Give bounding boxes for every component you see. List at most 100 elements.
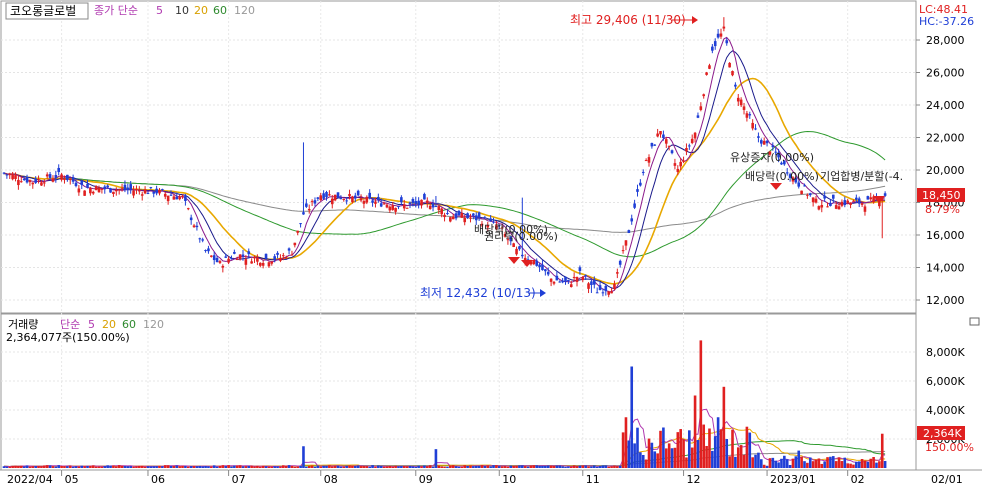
volume-bar	[774, 460, 778, 468]
price-axis: 28,00026,00024,00022,00020,00018,00016,0…	[916, 34, 965, 307]
candle-body	[397, 206, 400, 208]
candle-body	[221, 265, 225, 268]
candle-body	[382, 203, 386, 205]
candle-body	[460, 212, 464, 218]
candle-body	[400, 197, 403, 203]
candle-body	[351, 196, 354, 202]
candle-body	[244, 259, 248, 265]
candle-body	[431, 203, 435, 208]
candle-body	[616, 272, 619, 274]
candle-body	[152, 191, 156, 194]
volume-bar	[163, 465, 167, 468]
volume-bar	[126, 466, 130, 468]
candle-body	[598, 285, 602, 291]
candle-body	[112, 191, 115, 195]
volume-bar	[411, 466, 415, 468]
volume-bar	[503, 466, 507, 468]
candle-body	[353, 195, 357, 199]
volume-bar	[664, 448, 668, 468]
volume-bar	[54, 466, 58, 468]
volume-bar	[610, 466, 613, 468]
volume-bar	[690, 447, 694, 468]
candle-body	[457, 210, 461, 216]
candle-body	[624, 240, 628, 246]
candle-body	[736, 97, 740, 102]
volume-bar	[797, 450, 801, 468]
volume-bar	[572, 465, 576, 468]
candle-body	[541, 264, 544, 271]
volume-bar	[336, 465, 340, 468]
candle-body	[192, 225, 196, 228]
volume-bar	[417, 465, 420, 468]
volume-bar	[290, 465, 294, 468]
volume-bar	[172, 465, 176, 468]
candle-body	[333, 194, 337, 201]
candle-body	[227, 258, 230, 263]
volume-bar	[483, 465, 487, 468]
candle-body	[11, 174, 14, 180]
candle-body	[653, 144, 657, 146]
volume-bar	[460, 466, 464, 468]
volume-bar	[544, 465, 547, 468]
volume-bar	[765, 465, 769, 468]
candle-body	[685, 147, 688, 152]
candle-body	[138, 190, 141, 192]
volume-bar	[446, 466, 449, 468]
volume-bar	[434, 449, 438, 468]
volume-panel-button[interactable]	[969, 317, 980, 326]
volume-bar	[224, 466, 228, 468]
candle-body	[650, 142, 654, 147]
candle-body	[630, 218, 634, 222]
candle-body	[123, 184, 127, 191]
candle-body	[425, 200, 429, 204]
candle-body	[28, 180, 32, 183]
volume-bar	[682, 439, 685, 468]
volume-bar	[506, 466, 510, 468]
volume-bar	[276, 466, 279, 468]
volume-bar	[408, 466, 412, 468]
candle-body	[319, 195, 323, 201]
candle-body	[198, 238, 202, 240]
volume-bar	[857, 461, 861, 468]
volume-bar	[564, 466, 567, 468]
candle-body	[549, 278, 553, 282]
volume-bar	[855, 461, 858, 468]
volume-bar	[676, 432, 680, 468]
candle-body	[299, 223, 302, 225]
candle-body	[762, 140, 766, 145]
candle-body	[212, 255, 216, 261]
candle-body	[434, 206, 438, 208]
candle-body	[385, 204, 389, 208]
volume-bar	[258, 466, 262, 468]
volume-bar	[333, 465, 337, 468]
volume-bar	[590, 466, 593, 468]
current-volume-pct: 150.00%	[925, 441, 974, 454]
volume-bar	[613, 465, 616, 468]
volume-bar	[247, 465, 251, 468]
high-annotation: 최고 29,406 (11/30)	[570, 13, 686, 27]
candle-body	[428, 205, 432, 210]
volume-bar	[800, 456, 803, 468]
candle-body	[673, 163, 677, 166]
volume-bar	[762, 464, 766, 468]
volume-bar	[212, 465, 216, 468]
volume-bar	[146, 466, 150, 468]
price-tick-label: 14,000	[926, 262, 965, 275]
volume-bar	[17, 465, 20, 468]
chart-canvas[interactable]: 28,00026,00024,00022,00020,00018,00016,0…	[0, 0, 982, 489]
x-tick-label: 05	[65, 473, 79, 486]
candle-body	[97, 187, 101, 193]
candle-body	[860, 203, 864, 205]
candle-body	[45, 174, 49, 177]
volume-bar	[31, 466, 35, 468]
candle-body	[472, 213, 475, 216]
x-tick-label: 2023/01	[770, 473, 816, 486]
candle-body	[287, 248, 291, 251]
candle-body	[40, 182, 43, 186]
volume-bar	[437, 465, 441, 468]
volume-bar	[670, 448, 674, 468]
x-tick-label: 2022/04	[7, 473, 53, 486]
volume-bar	[282, 465, 285, 468]
volume-bar	[400, 466, 403, 468]
volume-bar	[25, 465, 29, 468]
